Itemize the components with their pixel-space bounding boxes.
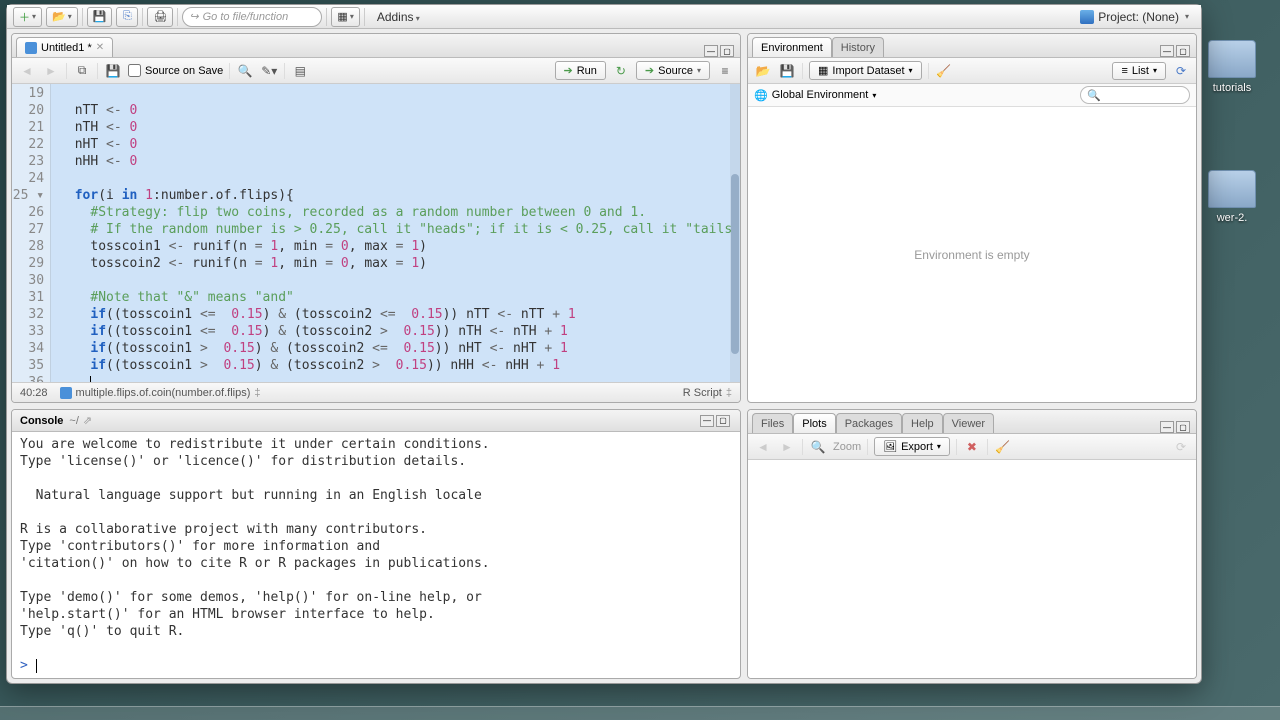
tab-packages[interactable]: Packages: [836, 413, 902, 433]
remove-plot-icon[interactable]: ✖: [963, 438, 981, 456]
code-editor[interactable]: 19202122232425 ▾2627282930313233343536 n…: [12, 84, 740, 382]
desktop-folder-icon[interactable]: [1208, 170, 1256, 208]
list-view-button[interactable]: ≡ List ▾: [1112, 62, 1166, 80]
maximize-pane-icon[interactable]: ▢: [720, 45, 734, 57]
cursor-position: 40:28: [20, 387, 48, 399]
source-arrow-icon: ➔: [645, 64, 654, 77]
line-gutter: 19202122232425 ▾2627282930313233343536: [12, 84, 51, 382]
plot-next-icon[interactable]: ►: [778, 438, 796, 456]
list-icon: ≡: [1121, 65, 1127, 77]
rstudio-window: ＋ 📂 💾 ⎘ 🖨 ↪ Go to file/function ▦ Addins…: [6, 4, 1202, 684]
back-icon[interactable]: ◄: [18, 62, 36, 80]
r-file-icon: [25, 42, 37, 54]
run-button[interactable]: ➔ Run: [555, 61, 606, 80]
console-title: Console: [20, 415, 63, 427]
desktop-folder-icon[interactable]: [1208, 40, 1256, 78]
wd-browse-icon[interactable]: ⇗: [83, 414, 92, 427]
console-output[interactable]: You are welcome to redistribute it under…: [12, 432, 740, 678]
minimize-pane-icon[interactable]: —: [1160, 45, 1174, 57]
editor-scrollbar[interactable]: [730, 84, 740, 382]
minimize-pane-icon[interactable]: —: [700, 415, 714, 427]
tab-history[interactable]: History: [832, 37, 884, 57]
zoom-icon[interactable]: 🔍: [809, 438, 827, 456]
source-pane: Untitled1 * ✕ — ▢ ◄ ► ⧉ 💾 Source on Save: [11, 33, 741, 403]
open-file-button[interactable]: 📂: [46, 7, 78, 27]
source-tab[interactable]: Untitled1 * ✕: [16, 37, 113, 57]
environment-empty-message: Environment is empty: [748, 107, 1196, 402]
addins-menu[interactable]: Addins: [369, 10, 428, 24]
environment-pane: Environment History — ▢ 📂 💾 ▦ Import Dat…: [747, 33, 1197, 403]
grid-button[interactable]: ▦: [331, 7, 359, 27]
tab-plots[interactable]: Plots: [793, 413, 835, 433]
rerun-icon[interactable]: ↻: [612, 62, 630, 80]
environment-scope[interactable]: Global Environment: [772, 89, 869, 101]
minimize-pane-icon[interactable]: —: [1160, 421, 1174, 433]
plots-pane: Files Plots Packages Help Viewer — ▢ ◄ ►…: [747, 409, 1197, 679]
print-button[interactable]: 🖨: [147, 7, 173, 27]
export-icon: 🖼: [883, 440, 897, 453]
goto-file-input[interactable]: ↪ Go to file/function: [182, 7, 322, 27]
main-toolbar: ＋ 📂 💾 ⎘ 🖨 ↪ Go to file/function ▦ Addins…: [7, 5, 1201, 29]
maximize-pane-icon[interactable]: ▢: [1176, 45, 1190, 57]
desktop-label: wer-2.: [1202, 212, 1262, 224]
find-icon[interactable]: 🔍: [236, 62, 254, 80]
refresh-plots-icon[interactable]: ⟳: [1172, 438, 1190, 456]
maximize-pane-icon[interactable]: ▢: [716, 415, 730, 427]
clear-plots-icon[interactable]: 🧹: [994, 438, 1012, 456]
tab-environment[interactable]: Environment: [752, 37, 832, 57]
globe-icon: 🌐: [754, 89, 768, 102]
tab-files[interactable]: Files: [752, 413, 793, 433]
console-prompt: >: [20, 658, 36, 673]
console-wd: ~/: [69, 415, 78, 427]
source-button[interactable]: ➔ Source ▾: [636, 61, 710, 80]
show-in-new-window-icon[interactable]: ⧉: [73, 62, 91, 80]
save-source-icon[interactable]: 💾: [104, 62, 122, 80]
compile-report-icon[interactable]: ▤: [291, 62, 309, 80]
clear-workspace-icon[interactable]: 🧹: [935, 62, 953, 80]
run-arrow-icon: ➔: [564, 64, 573, 77]
save-all-button[interactable]: ⎘: [116, 7, 138, 27]
source-on-save-checkbox[interactable]: Source on Save: [128, 64, 223, 77]
plot-area: [748, 460, 1196, 678]
close-tab-icon[interactable]: ✕: [96, 42, 104, 53]
save-button[interactable]: 💾: [87, 7, 113, 27]
export-plot-button[interactable]: 🖼 Export ▾: [874, 437, 950, 456]
source-statusbar: 40:28 multiple.flips.of.coin(number.of.f…: [12, 382, 740, 402]
project-icon: [1080, 10, 1094, 24]
console-pane: Console ~/ ⇗ — ▢ You are welcome to redi…: [11, 409, 741, 679]
function-context[interactable]: multiple.flips.of.coin(number.of.flips): [76, 387, 251, 399]
search-env-input[interactable]: 🔍: [1080, 86, 1190, 104]
save-workspace-icon[interactable]: 💾: [778, 62, 796, 80]
import-icon: ▦: [818, 64, 828, 77]
import-dataset-button[interactable]: ▦ Import Dataset ▾: [809, 61, 922, 80]
minimize-pane-icon[interactable]: —: [704, 45, 718, 57]
plot-prev-icon[interactable]: ◄: [754, 438, 772, 456]
tab-help[interactable]: Help: [902, 413, 943, 433]
language-mode[interactable]: R Script: [683, 387, 722, 399]
zoom-label[interactable]: Zoom: [833, 441, 861, 453]
search-icon: 🔍: [1087, 89, 1101, 102]
wand-icon[interactable]: ✎▾: [260, 62, 278, 80]
function-icon: [60, 387, 72, 399]
tab-viewer[interactable]: Viewer: [943, 413, 994, 433]
macos-dock[interactable]: [0, 706, 1280, 720]
refresh-env-icon[interactable]: ⟳: [1172, 62, 1190, 80]
outline-icon[interactable]: ≡: [716, 62, 734, 80]
project-menu[interactable]: Project: (None): [1074, 10, 1195, 24]
forward-icon[interactable]: ►: [42, 62, 60, 80]
goto-icon: ↪: [189, 10, 198, 23]
desktop-label: tutorials: [1202, 82, 1262, 94]
new-file-button[interactable]: ＋: [13, 7, 42, 27]
maximize-pane-icon[interactable]: ▢: [1176, 421, 1190, 433]
load-workspace-icon[interactable]: 📂: [754, 62, 772, 80]
